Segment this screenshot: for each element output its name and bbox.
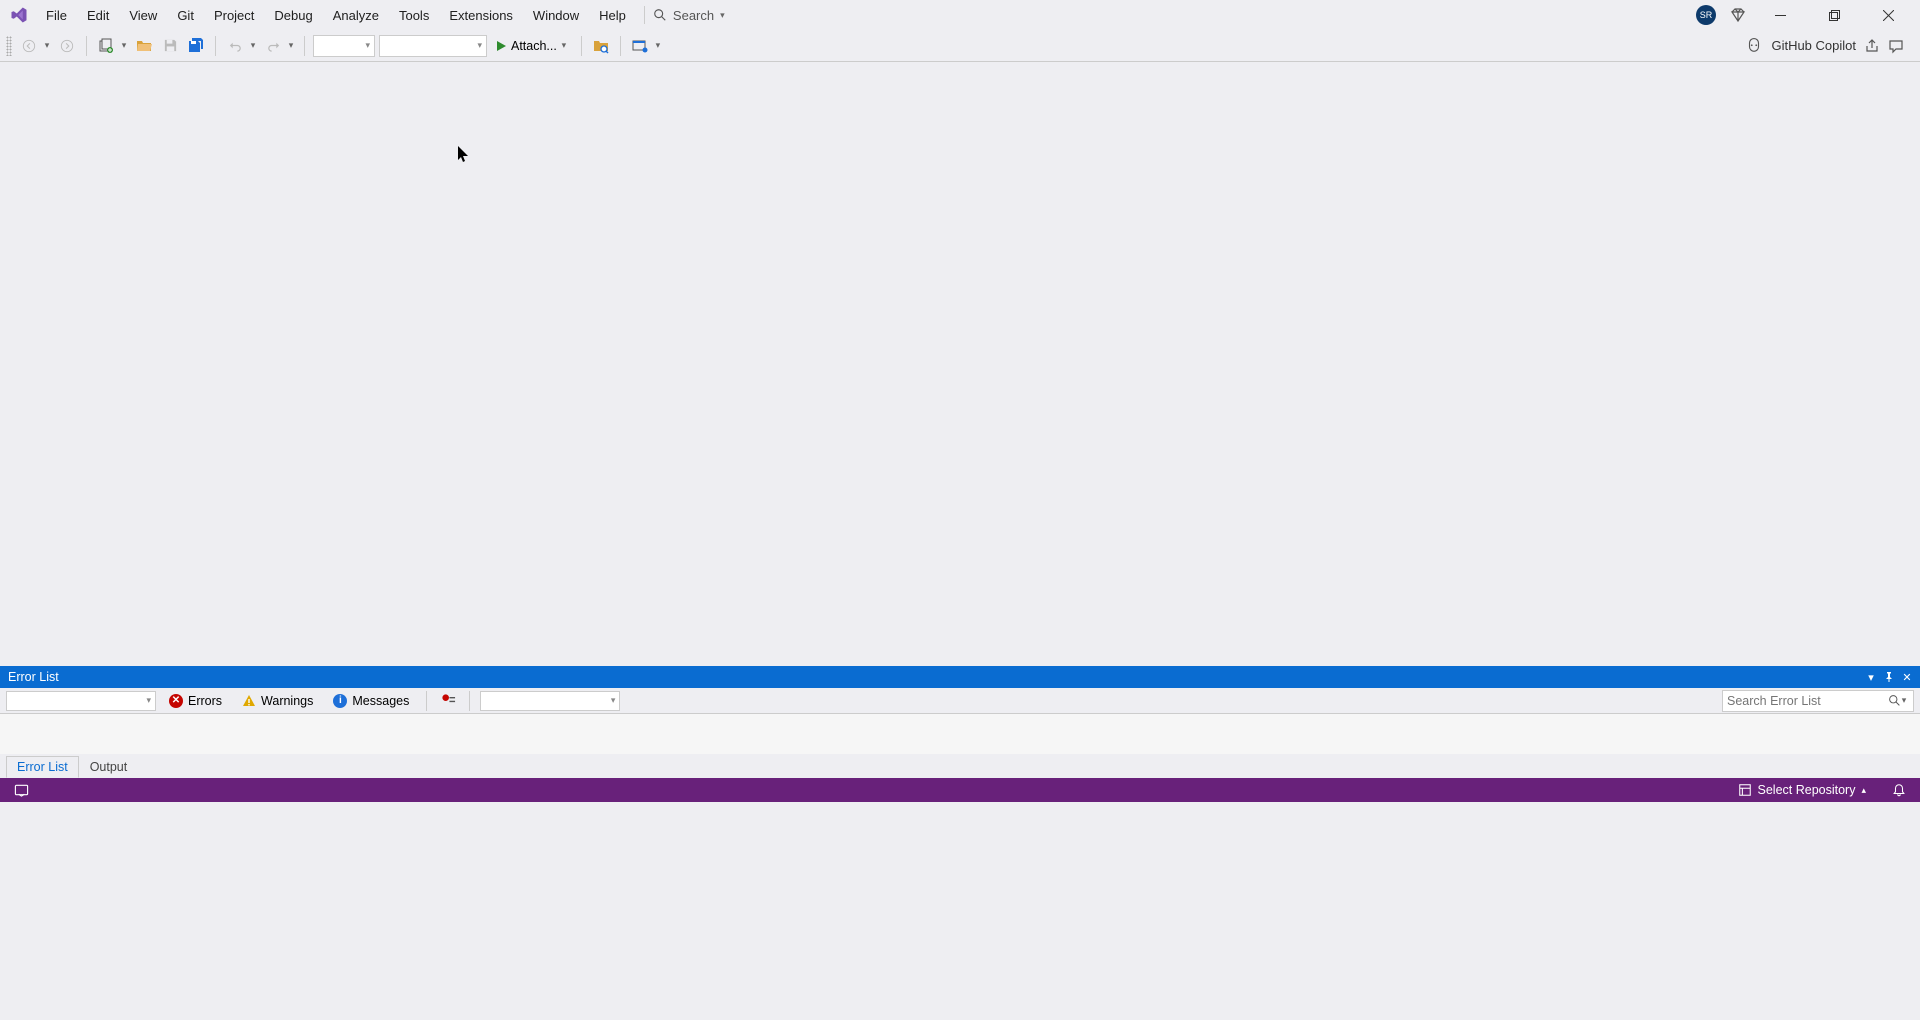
menu-window[interactable]: Window <box>523 4 589 27</box>
new-project-dropdown[interactable]: ▾ <box>119 40 129 51</box>
error-search-box[interactable]: ▾ <box>1722 690 1914 712</box>
error-list-body <box>0 714 1920 754</box>
error-scope-combo[interactable]: ▾ <box>6 691 156 711</box>
menu-debug[interactable]: Debug <box>264 4 322 27</box>
editor-area <box>0 62 1920 666</box>
toolbar-right: GitHub Copilot <box>1745 37 1914 55</box>
close-button[interactable] <box>1868 1 1908 29</box>
error-list-title: Error List <box>8 670 59 684</box>
build-intellisense-button[interactable] <box>437 690 459 712</box>
tab-output[interactable]: Output <box>79 756 139 778</box>
menu-git[interactable]: Git <box>167 4 204 27</box>
errors-filter-label: Errors <box>188 694 222 708</box>
output-status-button[interactable] <box>8 778 35 802</box>
solution-config-combo[interactable]: ▾ <box>313 35 375 57</box>
open-file-button[interactable] <box>133 35 155 57</box>
global-search[interactable]: Search ▾ <box>653 8 725 23</box>
toolbar-grip[interactable] <box>6 36 12 56</box>
nav-forward-button[interactable] <box>56 35 78 57</box>
copilot-icon[interactable] <box>1745 37 1763 55</box>
toolbar-separator <box>215 36 216 56</box>
bottom-tab-strip: Error List Output <box>0 754 1920 778</box>
tab-error-list[interactable]: Error List <box>6 756 79 778</box>
toolbar-separator <box>304 36 305 56</box>
start-label: Attach... <box>511 39 557 53</box>
toolbar-separator <box>426 691 427 711</box>
diamond-icon[interactable] <box>1730 7 1746 23</box>
warnings-filter-label: Warnings <box>261 694 313 708</box>
error-list-panel-header[interactable]: Error List ▾ ✕ <box>0 666 1920 688</box>
menu-help[interactable]: Help <box>589 4 636 27</box>
menu-view[interactable]: View <box>119 4 167 27</box>
start-debug-button[interactable]: Attach... ▾ <box>491 35 573 57</box>
main-toolbar: ▾ ▾ ▾ ▾ ▾ ▾ Attach... ▾ ▾ <box>0 30 1920 62</box>
nav-back-button[interactable] <box>18 35 40 57</box>
redo-button[interactable] <box>262 35 284 57</box>
toolbar-separator <box>469 691 470 711</box>
menu-edit[interactable]: Edit <box>77 4 119 27</box>
toolbar-separator <box>86 36 87 56</box>
menu-separator <box>644 6 645 24</box>
save-all-button[interactable] <box>185 35 207 57</box>
menu-tools[interactable]: Tools <box>389 4 439 27</box>
close-panel-button[interactable]: ✕ <box>1898 668 1916 686</box>
nav-back-dropdown[interactable]: ▾ <box>42 40 52 51</box>
new-project-button[interactable] <box>95 35 117 57</box>
menu-extensions[interactable]: Extensions <box>439 4 523 27</box>
toolbar-separator <box>620 36 621 56</box>
feedback-icon[interactable] <box>1888 38 1904 54</box>
error-list-toolbar: ▾ ✕ Errors Warnings i Messages ▾ ▾ <box>0 688 1920 714</box>
error-search-input[interactable] <box>1727 694 1888 708</box>
select-repository-button[interactable]: Select Repository ▴ <box>1732 778 1873 802</box>
solution-platform-combo[interactable]: ▾ <box>379 35 487 57</box>
menubar: File Edit View Git Project Debug Analyze… <box>0 0 1920 30</box>
chevron-up-icon: ▴ <box>1861 785 1866 796</box>
undo-button[interactable] <box>224 35 246 57</box>
toolbar-separator <box>581 36 582 56</box>
live-share-button[interactable] <box>629 35 651 57</box>
notifications-button[interactable] <box>1886 778 1912 802</box>
menu-project[interactable]: Project <box>204 4 264 27</box>
search-dropdown[interactable]: ▾ <box>1899 695 1909 706</box>
error-icon: ✕ <box>169 694 183 708</box>
mouse-cursor-icon <box>458 146 470 164</box>
undo-dropdown[interactable]: ▾ <box>248 40 258 51</box>
menu-analyze[interactable]: Analyze <box>323 4 389 27</box>
menu-file[interactable]: File <box>36 4 77 27</box>
pin-button[interactable] <box>1880 668 1898 686</box>
play-icon <box>495 40 507 52</box>
warnings-filter[interactable]: Warnings <box>235 690 320 712</box>
warning-icon <box>242 694 256 708</box>
minimize-button[interactable] <box>1760 1 1800 29</box>
messages-filter-label: Messages <box>352 694 409 708</box>
share-icon[interactable] <box>1864 38 1880 54</box>
select-repo-label: Select Repository <box>1758 783 1856 797</box>
info-icon: i <box>333 694 347 708</box>
titlebar-right: SR <box>1696 1 1914 29</box>
error-source-combo[interactable]: ▾ <box>480 691 620 711</box>
errors-filter[interactable]: ✕ Errors <box>162 690 229 712</box>
search-label: Search <box>673 8 714 23</box>
window-position-button[interactable]: ▾ <box>1862 668 1880 686</box>
toolbar-overflow[interactable]: ▾ <box>653 40 663 51</box>
search-icon <box>653 8 667 22</box>
chevron-down-icon: ▾ <box>720 10 725 21</box>
messages-filter[interactable]: i Messages <box>326 690 416 712</box>
find-in-files-button[interactable] <box>590 35 612 57</box>
user-avatar[interactable]: SR <box>1696 5 1716 25</box>
vs-logo-icon <box>8 4 30 26</box>
status-bar: Select Repository ▴ <box>0 778 1920 802</box>
save-button[interactable] <box>159 35 181 57</box>
start-dropdown[interactable]: ▾ <box>559 40 569 51</box>
maximize-button[interactable] <box>1814 1 1854 29</box>
copilot-label[interactable]: GitHub Copilot <box>1771 38 1856 53</box>
redo-dropdown[interactable]: ▾ <box>286 40 296 51</box>
